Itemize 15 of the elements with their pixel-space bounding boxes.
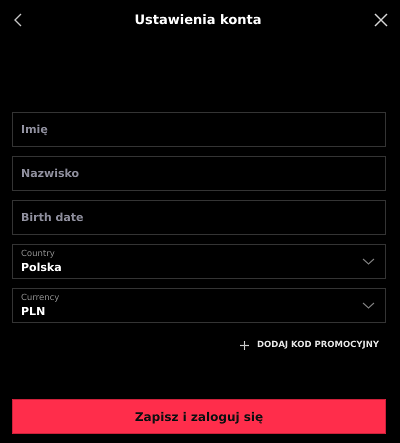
close-icon — [374, 13, 388, 27]
input-field[interactable]: Nazwisko — [12, 156, 386, 191]
dropdown-field[interactable]: Currency PLN — [12, 288, 386, 323]
input-field[interactable]: Birth date — [12, 200, 386, 235]
back-icon — [14, 13, 22, 27]
chevron-down-icon — [362, 302, 375, 309]
dialog-title: Ustawienia konta — [134, 12, 262, 28]
save-and-login-button[interactable]: Zapisz i zaloguj się — [12, 399, 386, 434]
close-button[interactable] — [374, 13, 388, 27]
dropdown-field[interactable]: Country Polska — [12, 244, 386, 279]
back-button[interactable] — [14, 13, 22, 27]
chevron-down-icon — [362, 258, 375, 265]
add-promo-code-link[interactable]: DODAJ KOD PROMOCYJNY — [240, 340, 379, 350]
plus-icon — [240, 340, 249, 350]
input-field[interactable]: Imię — [12, 112, 386, 147]
